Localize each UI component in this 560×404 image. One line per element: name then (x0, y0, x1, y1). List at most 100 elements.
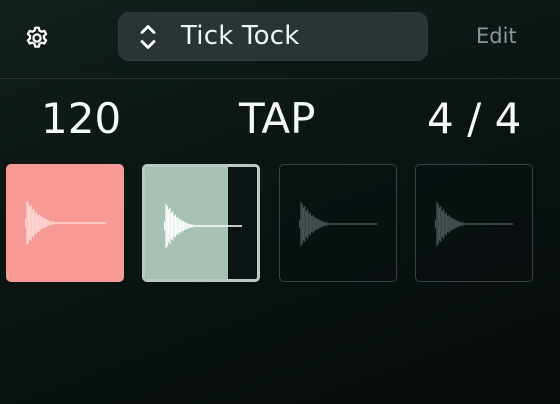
beat-pad-4[interactable] (415, 164, 533, 282)
waveform-bar (437, 203, 439, 245)
waveform-bar (449, 217, 452, 231)
waveform-bar (30, 204, 32, 242)
waveform-bar (307, 209, 309, 239)
tap-tempo-button[interactable]: TAP (239, 96, 315, 142)
waveform-bar (47, 220, 50, 226)
waveform-bar (185, 222, 187, 230)
waveform-bar (26, 201, 28, 245)
waveform-bar (460, 222, 462, 226)
waveform-bar (327, 222, 329, 226)
waveform-bar (313, 217, 316, 231)
waveform-bar (315, 217, 317, 231)
waveform-bar (451, 217, 453, 231)
waveform-bar (311, 215, 313, 233)
waveform-bar (173, 215, 175, 237)
waveform-bar (49, 220, 51, 226)
waveform-bar (53, 221, 55, 225)
waveform-bar (178, 219, 181, 233)
beat-pad-3[interactable] (279, 164, 397, 282)
waveform-bar (452, 218, 454, 230)
waveform-bar (463, 222, 465, 226)
waveform-bar (180, 219, 182, 233)
waveform-bar (459, 221, 461, 227)
waveform-bar (181, 220, 183, 232)
waveform-bar (170, 212, 172, 240)
waveform-bar (309, 212, 311, 236)
waveform-bar (435, 219, 437, 229)
waveform-bar (164, 221, 166, 231)
waveform-bar (441, 210, 443, 238)
edit-button[interactable]: Edit (476, 23, 517, 49)
waveform-bar (168, 209, 170, 243)
waveform-bar (324, 222, 326, 226)
beat-pad-1[interactable] (6, 164, 124, 282)
waveform-bar (166, 205, 168, 247)
waveform-bar (184, 222, 186, 230)
waveform-bar (188, 223, 190, 229)
waveform-bar (317, 219, 320, 229)
waveform-bar (444, 213, 446, 235)
waveform-bar (447, 215, 449, 233)
waveform-bar (43, 218, 46, 228)
waveform-bar (174, 214, 176, 238)
waveform-bar (304, 205, 306, 243)
waveform-bar (46, 219, 48, 227)
waveform-icon (164, 204, 242, 248)
waveform-bar (319, 220, 321, 228)
waveform-bar (35, 211, 37, 235)
waveform-icon (25, 201, 106, 245)
waveform-bar (165, 204, 167, 248)
waveform-bar (34, 212, 36, 234)
waveform-bar (300, 202, 302, 246)
waveform-icon (435, 202, 513, 246)
waveform-bar (172, 211, 174, 241)
waveform-bar (457, 221, 460, 227)
waveform-bar (38, 214, 40, 232)
waveform-bar (29, 206, 31, 240)
waveform-bar (323, 221, 325, 227)
waveform-bar (50, 221, 52, 225)
waveform-bar (308, 213, 310, 235)
waveform-bar (326, 222, 328, 226)
waveform-bar (462, 222, 464, 226)
gear-icon[interactable] (24, 25, 50, 51)
waveform-bar (182, 221, 185, 231)
waveform-bar (45, 219, 47, 227)
waveform-bar (453, 219, 456, 229)
waveform-bar (436, 202, 438, 246)
waveform-bar (445, 212, 447, 236)
tempo-display[interactable]: 120 (41, 96, 121, 142)
waveform-icon (299, 202, 377, 246)
beat-pad-2[interactable] (142, 164, 260, 282)
waveform-bar (192, 224, 194, 228)
waveform-bar (455, 220, 457, 228)
waveform-bar (320, 220, 322, 228)
time-signature-display[interactable]: 4 / 4 (427, 96, 521, 142)
waveform-bar (25, 218, 27, 228)
waveform-bar (52, 221, 54, 225)
top-bar: Tick Tock Edit (0, 0, 560, 78)
waveform-bar (312, 215, 314, 233)
preset-name: Tick Tock (181, 21, 300, 51)
waveform-bar (305, 210, 307, 238)
waveform-bar (191, 224, 193, 228)
waveform-bar (41, 216, 43, 230)
waveform-bar (321, 221, 324, 227)
waveform-bar (456, 220, 458, 228)
waveform-bar (303, 207, 305, 241)
waveform-bar (37, 214, 39, 232)
waveform-bar (301, 203, 303, 245)
waveform-bar (33, 208, 35, 238)
waveform-bar (176, 217, 178, 235)
waveform-bar (440, 205, 442, 243)
waveform-bar (316, 218, 318, 230)
waveform-bar (27, 202, 29, 244)
waveform-bar (39, 216, 42, 230)
waveform-bar (177, 217, 179, 235)
up-down-chevrons-icon (138, 23, 158, 51)
preset-selector[interactable]: Tick Tock (118, 12, 428, 61)
waveform-bar (186, 223, 189, 229)
waveform-bar (443, 209, 445, 239)
waveform-bar (42, 217, 44, 229)
waveform-bar (439, 207, 441, 241)
